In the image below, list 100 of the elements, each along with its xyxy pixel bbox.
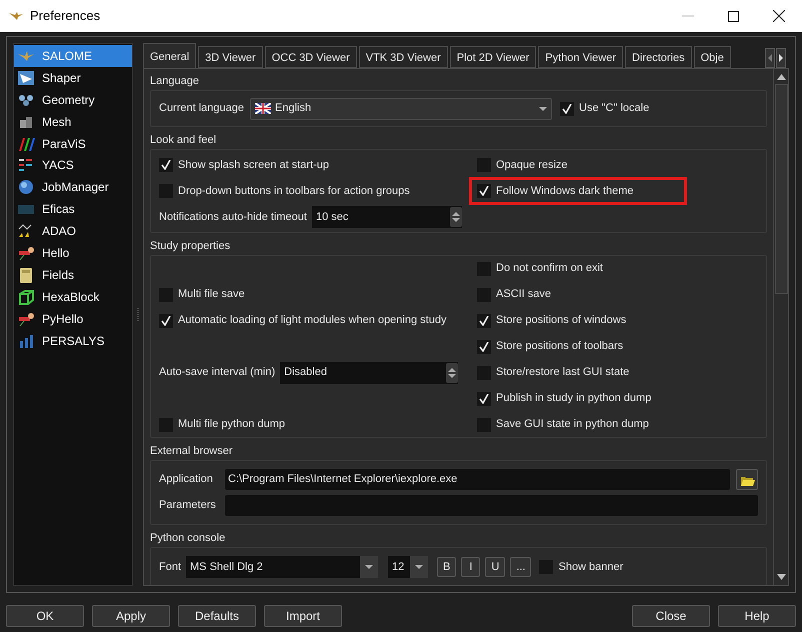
window-title: Preferences xyxy=(30,7,100,26)
module-item[interactable]: Shaper xyxy=(14,66,132,89)
stripes-icon xyxy=(17,136,35,152)
dialog-button[interactable]: Apply xyxy=(92,605,170,627)
module-icon xyxy=(17,244,35,261)
checkbox[interactable]: Follow Windows dark theme xyxy=(472,180,684,202)
checkbox[interactable]: Multi file save xyxy=(159,286,245,303)
dialog-button[interactable]: Close xyxy=(632,605,710,627)
checkbox[interactable]: Do not confirm on exit xyxy=(477,260,603,277)
group-title: External browser xyxy=(150,444,234,459)
module-item[interactable]: Eficas xyxy=(14,198,132,220)
module-item[interactable]: Geometry xyxy=(14,88,132,111)
module-item[interactable]: Fields xyxy=(14,264,132,286)
module-item[interactable]: Mesh xyxy=(14,110,132,133)
check-icon xyxy=(479,316,489,326)
spin-box[interactable]: Disabled xyxy=(280,362,458,384)
tab[interactable]: Directories xyxy=(625,46,692,68)
close-icon[interactable] xyxy=(773,10,785,22)
module-item[interactable]: JobManager xyxy=(14,176,132,198)
module-icon xyxy=(17,310,35,327)
group-title: Language xyxy=(150,74,200,89)
checkbox[interactable]: Opaque resize xyxy=(477,156,568,174)
module-item[interactable]: ParaViS xyxy=(14,132,132,154)
right-arrow-icon xyxy=(779,54,783,62)
group-title: Python console xyxy=(150,531,226,546)
tab[interactable]: OCC 3D Viewer xyxy=(264,46,357,68)
tab[interactable]: VTK 3D Viewer xyxy=(358,46,448,68)
check-icon xyxy=(562,104,572,114)
language-dropdown[interactable]: English xyxy=(250,98,552,120)
field-label: Notifications auto-hide timeout xyxy=(159,210,307,225)
flow-icon xyxy=(17,157,35,174)
size-dropdown[interactable]: 12 xyxy=(388,556,428,578)
checkbox[interactable]: Automatic loading of light modules when opening study xyxy=(159,312,446,329)
module-item[interactable]: PERSALYS xyxy=(14,330,132,352)
check-icon xyxy=(161,160,171,170)
module-item[interactable]: SALOME xyxy=(14,45,132,67)
dropdown-arrow-icon xyxy=(539,106,548,110)
checkbox[interactable]: Show banner xyxy=(539,558,624,576)
field-label: Parameters xyxy=(159,498,217,514)
module-item[interactable]: Hello xyxy=(14,242,132,264)
module-item[interactable]: PyHello xyxy=(14,308,132,330)
checkbox[interactable]: Publish in study in python dump xyxy=(477,390,652,407)
checkbox[interactable]: Show splash screen at start-up xyxy=(159,156,330,174)
cube-icon xyxy=(17,288,35,305)
field-label: Current language xyxy=(159,101,244,116)
spin-box[interactable]: 10 sec xyxy=(312,206,462,228)
text-field[interactable]: C:\Program Files\Internet Explorer\iexplore.exe xyxy=(225,469,730,490)
format-button[interactable]: I xyxy=(461,557,480,577)
dialog-button[interactable]: Import xyxy=(264,605,342,627)
group-title: Study properties xyxy=(150,239,232,254)
font-dropdown[interactable]: MS Shell Dlg 2 xyxy=(186,556,378,578)
spin-arrows-icon xyxy=(448,368,456,378)
tab[interactable]: General xyxy=(143,43,196,68)
field-label: Auto-save interval (min) xyxy=(159,365,276,380)
check-icon xyxy=(479,186,489,196)
tab-scroll-right-button[interactable] xyxy=(776,48,786,68)
module-item[interactable]: YACS xyxy=(14,154,132,176)
scroll-up-icon[interactable] xyxy=(776,74,786,80)
lamp-icon xyxy=(8,11,24,21)
module-item[interactable]: HexaBlock xyxy=(14,286,132,308)
splitter-handle-icon[interactable] xyxy=(137,308,139,322)
spin-arrows-icon xyxy=(452,212,460,222)
tab[interactable]: 3D Viewer xyxy=(198,46,263,68)
maximize-icon[interactable] xyxy=(728,10,739,22)
scrollbar-thumb[interactable] xyxy=(774,84,788,294)
checkbox[interactable]: ASCII save xyxy=(477,286,552,303)
field-label: Font xyxy=(159,560,182,575)
dropdown-arrow-icon xyxy=(365,565,374,569)
dialog-button[interactable]: OK xyxy=(6,605,84,627)
check-icon xyxy=(479,342,489,352)
scroll-down-icon[interactable] xyxy=(776,574,786,580)
tab[interactable]: Plot 2D Viewer xyxy=(450,46,536,68)
check-icon xyxy=(479,394,489,404)
checkbox[interactable]: Use "C" locale xyxy=(560,100,650,117)
globe-icon xyxy=(17,179,35,196)
group-title: Look and feel xyxy=(150,133,218,148)
tab[interactable]: Obje xyxy=(694,46,731,68)
checkbox[interactable]: Save GUI state in python dump xyxy=(477,416,649,433)
text-field[interactable] xyxy=(225,495,758,516)
shaper-icon xyxy=(17,70,35,86)
checkbox[interactable]: Store positions of windows xyxy=(477,312,626,329)
format-button[interactable]: ... xyxy=(510,557,532,577)
field-label: Application xyxy=(159,472,214,488)
dialog-button[interactable]: Defaults xyxy=(178,605,256,627)
dialog-button[interactable]: Help xyxy=(718,605,796,627)
calculator-icon xyxy=(17,266,35,283)
check-icon xyxy=(161,316,171,326)
tab[interactable]: Python Viewer xyxy=(538,46,624,68)
format-button[interactable]: U xyxy=(485,557,506,577)
module-item[interactable]: ADAO xyxy=(14,220,132,242)
format-button[interactable]: B xyxy=(437,557,456,577)
checkbox[interactable]: Store/restore last GUI state xyxy=(477,364,630,381)
browse-button[interactable] xyxy=(736,469,758,490)
left-arrow-icon xyxy=(768,54,772,62)
dropdown-arrow-icon xyxy=(415,565,424,569)
bar-chart-icon xyxy=(17,332,35,349)
checkbox[interactable]: Multi file python dump xyxy=(159,416,285,433)
checkbox[interactable]: Drop-down buttons in toolbars for action groups xyxy=(159,182,410,200)
checkbox[interactable]: Store positions of toolbars xyxy=(477,338,624,355)
scrollbar[interactable] xyxy=(773,69,788,585)
